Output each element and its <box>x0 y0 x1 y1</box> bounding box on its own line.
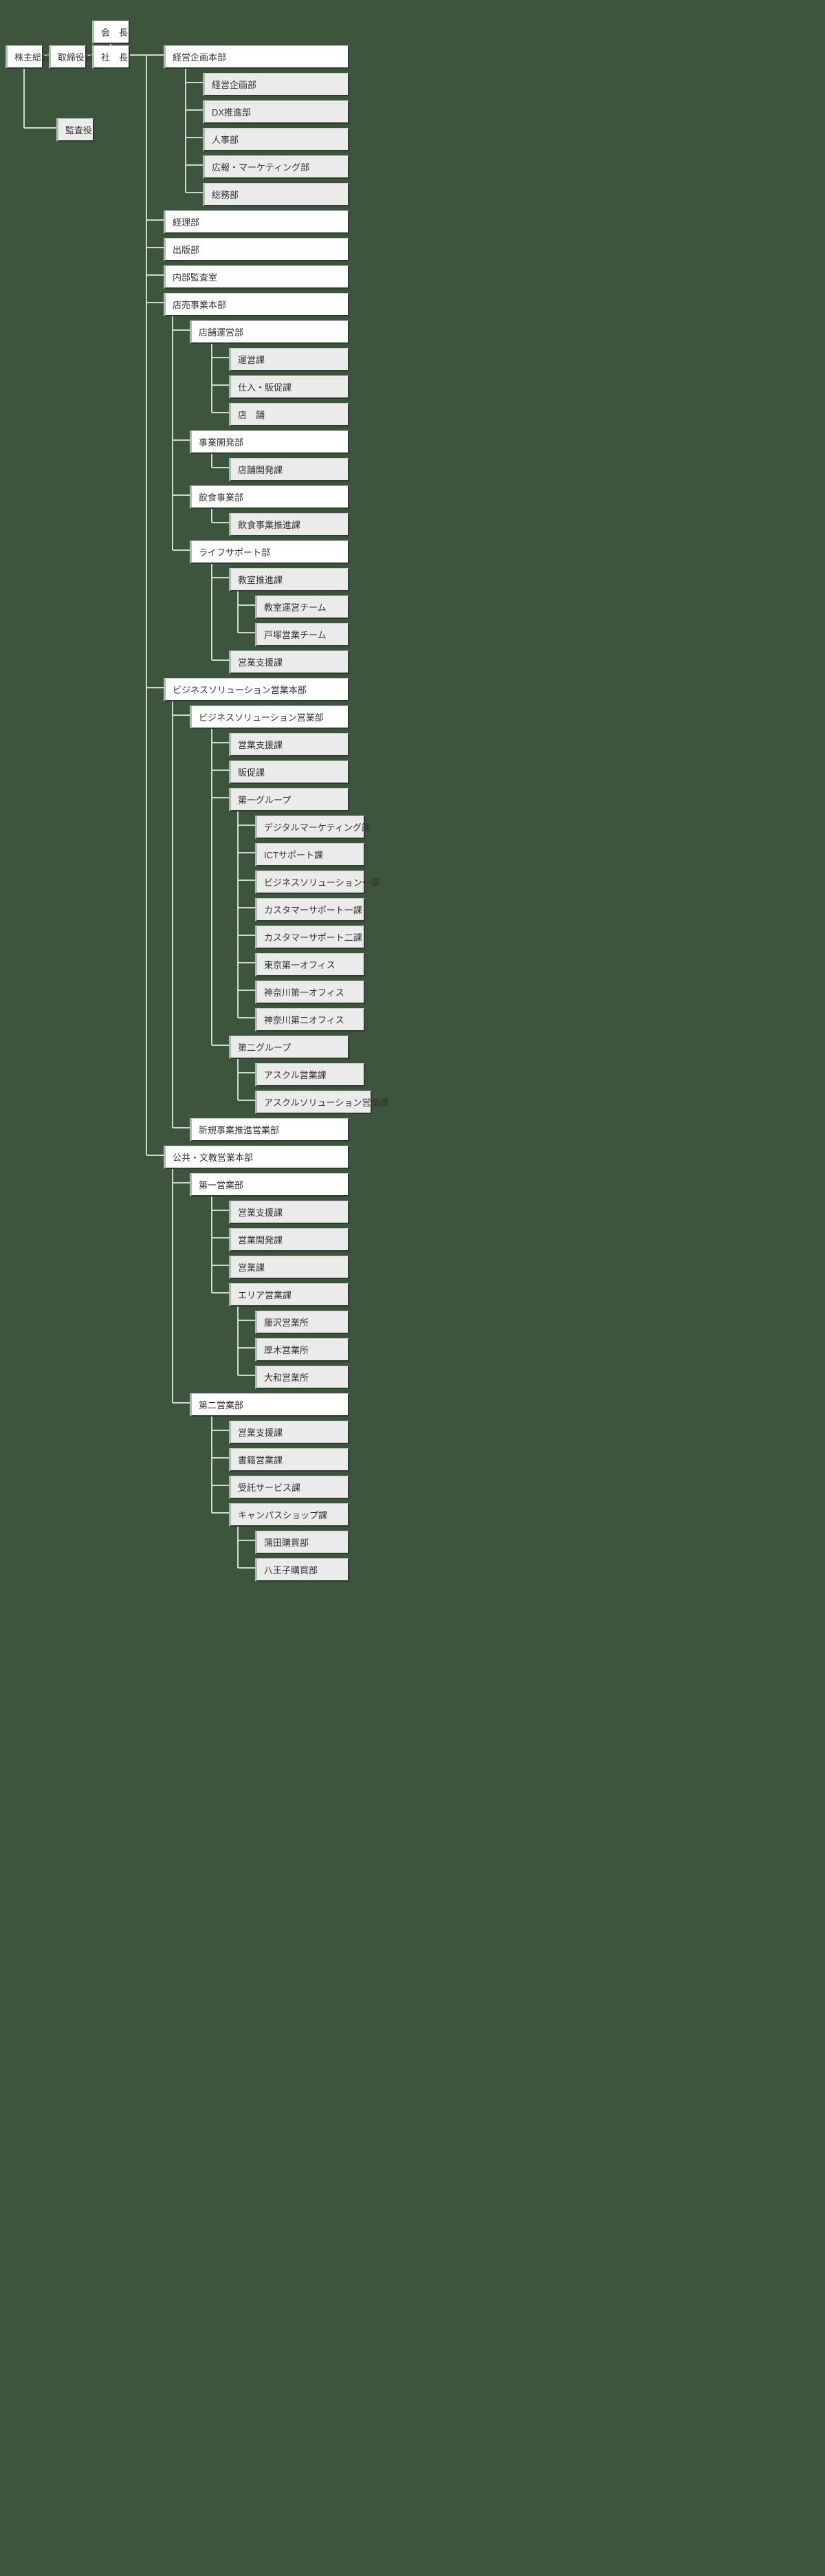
org-node-h6a3f: 東京第一オフィス <box>255 953 365 976</box>
org-node-h1: 経営企画本部 <box>164 45 349 69</box>
org-node-h6a4a: アスクル営業課 <box>255 1063 365 1087</box>
org-node-h6a4: 第二グループ <box>229 1036 349 1059</box>
org-node-n0: 株主総会 <box>6 45 43 69</box>
org-node-h1b: DX推進部 <box>203 100 349 124</box>
org-node-h6a3c: ビジネスソリューション一課 <box>255 871 365 894</box>
org-node-h5a: 店舗運営部 <box>190 320 349 344</box>
org-node-h6a3d: カスタマーサポート一課 <box>255 898 365 921</box>
org-node-h7a3: 営業課 <box>229 1256 349 1279</box>
org-node-h5c: 飲食事業部 <box>190 485 349 509</box>
org-node-h5: 店売事業本部 <box>164 293 349 316</box>
org-node-h7a4c: 大和営業所 <box>255 1366 349 1389</box>
org-node-h6a3a: デジタルマーケティング課 <box>255 816 365 839</box>
org-node-h6a3: 第一グループ <box>229 788 349 811</box>
org-node-h6: ビジネスソリューション営業本部 <box>164 678 349 701</box>
org-node-h5b: 事業開発部 <box>190 430 349 454</box>
org-node-h6a3h: 神奈川第二オフィス <box>255 1008 365 1032</box>
org-node-h6a3b: ICTサポート課 <box>255 843 365 866</box>
org-node-h5a3: 店 舗 <box>229 403 349 426</box>
org-node-h4: 内部監査室 <box>164 265 349 289</box>
org-node-h7b3: 受託サービス課 <box>229 1476 349 1499</box>
org-node-h5d: ライフサポート部 <box>190 541 349 564</box>
org-node-h7a4: エリア営業課 <box>229 1283 349 1307</box>
org-node-h2: 経理部 <box>164 210 349 234</box>
org-node-h1e: 総務部 <box>203 183 349 206</box>
org-node-h7b4a: 蒲田購買部 <box>255 1531 349 1554</box>
org-node-h5d1: 教室推進課 <box>229 568 349 591</box>
org-node-h5c1: 飲食事業推進課 <box>229 513 349 536</box>
org-node-h1d: 広報・マーケティング部 <box>203 155 349 179</box>
org-node-h7a4a: 藤沢営業所 <box>255 1311 349 1334</box>
org-node-h7a: 第一営業部 <box>190 1173 349 1197</box>
org-node-h5b1: 店舗開発課 <box>229 458 349 481</box>
org-node-h5d1a: 教室運営チーム <box>255 596 349 619</box>
org-node-h1a: 経営企画部 <box>203 73 349 96</box>
org-node-h7b2: 書籍営業課 <box>229 1448 349 1472</box>
org-node-h7a1: 営業支援課 <box>229 1201 349 1224</box>
org-node-h1c: 人事部 <box>203 128 349 151</box>
org-node-h5d2: 営業支援課 <box>229 651 349 674</box>
org-node-n4: 監査役 <box>56 118 94 142</box>
org-node-h6b: 新規事業推進営業部 <box>190 1118 349 1142</box>
org-node-h5a1: 運営課 <box>229 348 349 371</box>
org-node-h7b4b: 八王子購買部 <box>255 1558 349 1582</box>
org-node-h6a3g: 神奈川第一オフィス <box>255 981 365 1004</box>
org-node-h7b: 第二営業部 <box>190 1393 349 1417</box>
org-node-h6a4b: アスクルソリューション営業課 <box>255 1091 372 1114</box>
org-node-h6a3e: カスタマーサポート二課 <box>255 926 365 949</box>
org-node-n2: 会 長 <box>92 21 130 44</box>
org-node-h7a4b: 厚木営業所 <box>255 1338 349 1362</box>
org-node-h7b4: キャンパスショップ課 <box>229 1503 349 1527</box>
org-node-h6a1: 営業支援課 <box>229 733 349 756</box>
org-node-h5a2: 仕入・販促課 <box>229 375 349 399</box>
org-node-n1: 取締役会 <box>49 45 87 69</box>
org-node-h6a: ビジネスソリューション営業部 <box>190 706 349 729</box>
org-node-n3: 社 長 <box>92 45 130 69</box>
org-node-h6a2: 販促課 <box>229 761 349 784</box>
org-node-h7a2: 営業開発課 <box>229 1228 349 1252</box>
org-node-h7b1: 営業支援課 <box>229 1421 349 1444</box>
org-node-h7: 公共・文教営業本部 <box>164 1146 349 1169</box>
org-node-h5d1b: 戸塚営業チーム <box>255 623 349 646</box>
org-node-h3: 出版部 <box>164 238 349 261</box>
connector-lines <box>0 0 825 2576</box>
